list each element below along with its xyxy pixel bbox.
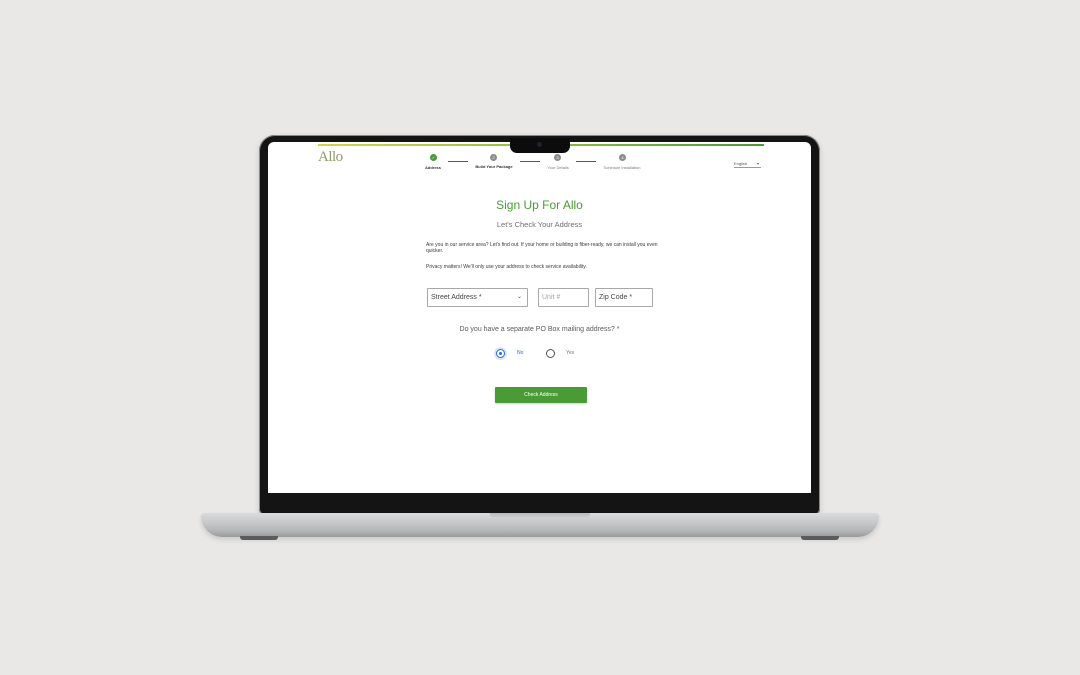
browser-screen: Allo ✓ Address 2 Build Your Package 3 Yo…: [268, 142, 811, 493]
camera-icon: [537, 142, 542, 147]
check-address-button[interactable]: Check Address: [495, 387, 587, 403]
po-box-yes-radio[interactable]: [546, 349, 555, 358]
page-title: Sign Up For Allo: [496, 198, 583, 212]
po-box-no-label[interactable]: No: [517, 350, 523, 356]
step-connector: [576, 161, 596, 162]
street-address-input[interactable]: Street Address * ⌄: [427, 288, 528, 307]
step-1-label: Address: [424, 165, 442, 170]
language-value: English: [734, 161, 748, 166]
privacy-text: Privacy matters! We'll only use your add…: [426, 264, 587, 270]
page-subtitle: Let's Check Your Address: [496, 220, 583, 229]
signup-stepper: ✓ Address 2 Build Your Package 3 Your De…: [268, 150, 811, 174]
step-2-number: 2: [490, 154, 497, 161]
step-4-label: Schedule Installation: [603, 165, 641, 170]
laptop-foot: [240, 536, 278, 540]
step-1-check-icon: ✓: [430, 154, 437, 161]
street-address-placeholder: Street Address *: [431, 294, 482, 301]
po-box-no-radio[interactable]: [496, 349, 505, 358]
language-select[interactable]: English ▾: [734, 160, 761, 168]
unit-input[interactable]: Unit #: [538, 288, 589, 307]
step-3-label: Your Details: [547, 165, 569, 170]
step-connector: [520, 161, 540, 162]
po-box-yes-label[interactable]: Yes: [566, 350, 574, 356]
step-2-label: Build Your Package: [475, 164, 513, 169]
camera-notch: [510, 138, 570, 153]
chevron-down-icon: ⌄: [516, 294, 522, 300]
zip-code-input[interactable]: Zip Code *: [595, 288, 653, 307]
step-connector: [448, 161, 468, 162]
laptop-opening-notch: [490, 513, 590, 519]
intro-text: Are you in our service area? Let's find …: [426, 242, 658, 254]
chevron-down-icon: ▾: [756, 161, 759, 166]
laptop-lid: Allo ✓ Address 2 Build Your Package 3 Yo…: [259, 135, 820, 515]
step-3-number: 3: [554, 154, 561, 161]
laptop-base: [201, 513, 879, 537]
po-box-question: Do you have a separate PO Box mailing ad…: [459, 326, 620, 333]
step-4-number: 4: [619, 154, 626, 161]
laptop-foot: [801, 536, 839, 540]
